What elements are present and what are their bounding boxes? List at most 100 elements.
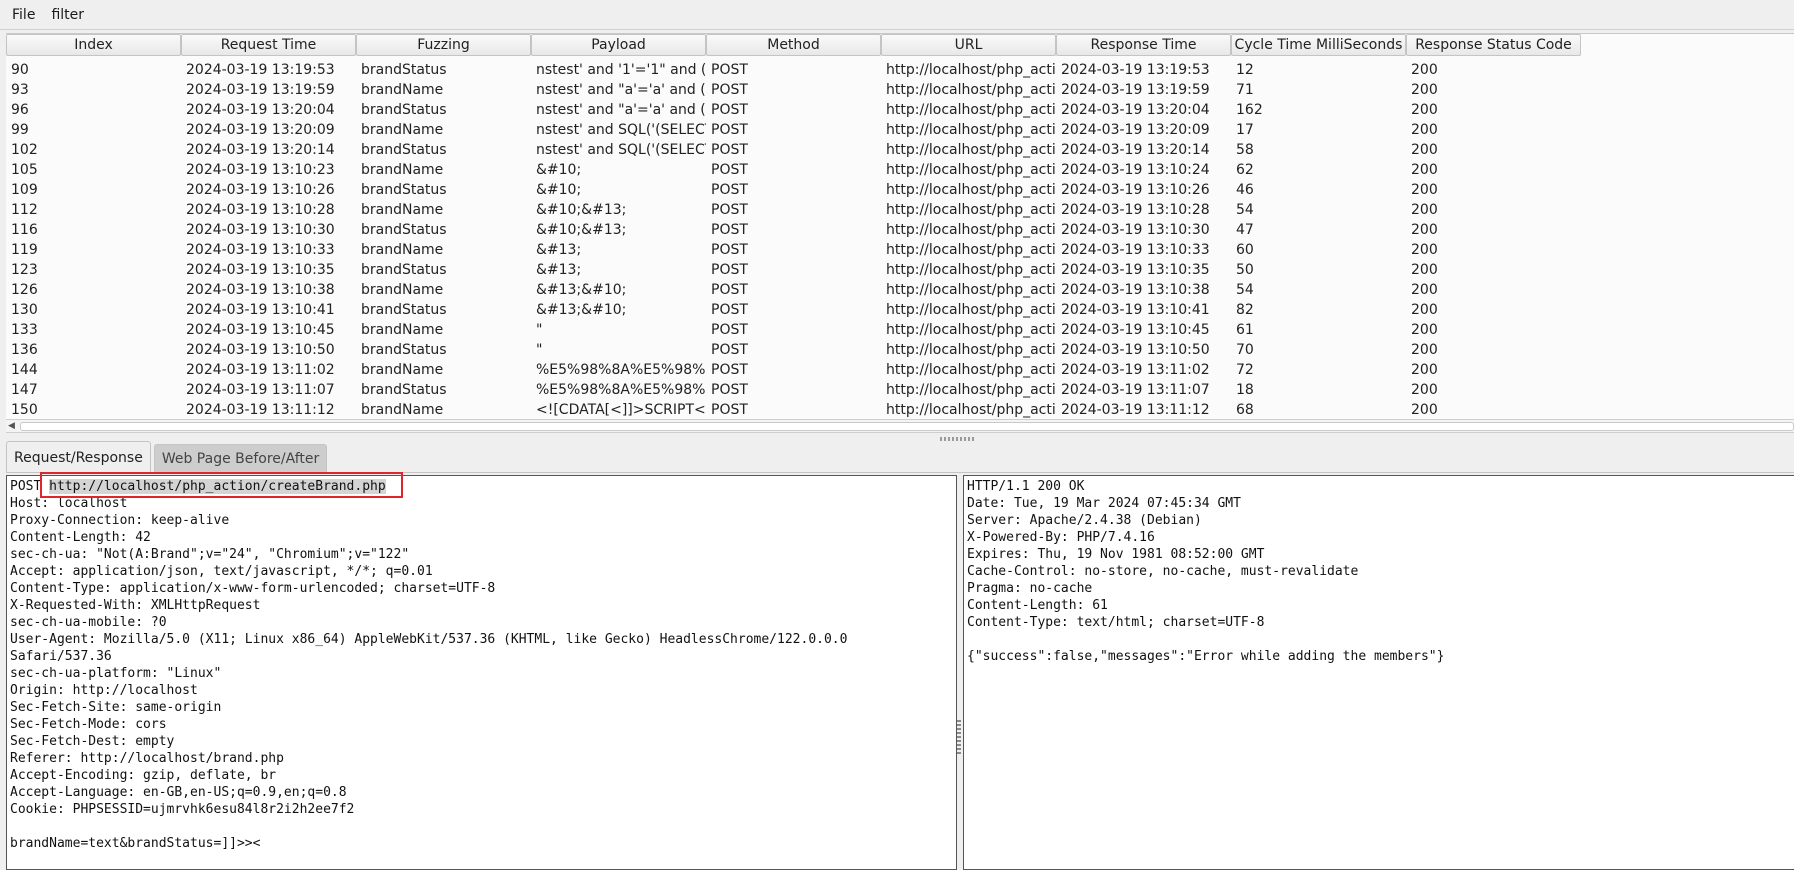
table-cell: brandName: [361, 402, 444, 418]
table-cell: 2024-03-19 13:10:38: [1061, 282, 1210, 298]
response-line: Date: Tue, 19 Mar 2024 07:45:34 GMT: [967, 496, 1241, 511]
table-cell: POST: [711, 302, 748, 318]
table-row[interactable]: 119 2024-03-19 13:10:33 brandName &#13; POST…: [6, 240, 1581, 260]
table-cell: http://localhost/php_action: [886, 182, 1056, 198]
scroll-left-icon[interactable]: ◀: [8, 421, 15, 431]
table-cell: http://localhost/php_action: [886, 202, 1056, 218]
request-line: sec-ch-ua-mobile: ?0: [10, 615, 167, 630]
table-cell: 72: [1236, 362, 1254, 378]
vertical-splitter-handle[interactable]: [957, 720, 961, 756]
table-row[interactable]: 116 2024-03-19 13:10:30 brandStatus &#10;&#…: [6, 220, 1581, 240]
response-line: Expires: Thu, 19 Nov 1981 08:52:00 GMT: [967, 547, 1265, 562]
table-cell: POST: [711, 162, 748, 178]
table-row[interactable]: 126 2024-03-19 13:10:38 brandName &#13;&#10…: [6, 280, 1581, 300]
table-cell: 2024-03-19 13:10:28: [186, 202, 335, 218]
column-header[interactable]: Response Time: [1056, 34, 1231, 56]
table-cell: POST: [711, 402, 748, 418]
table-cell: POST: [711, 62, 748, 78]
tab-request-response[interactable]: Request/Response: [6, 441, 151, 473]
column-header[interactable]: URL: [881, 34, 1056, 56]
horizontal-scrollbar[interactable]: ◀: [6, 419, 1794, 433]
pane-splitter-handle[interactable]: [940, 437, 974, 441]
table-cell: 200: [1411, 302, 1438, 318]
table-row[interactable]: 150 2024-03-19 13:11:12 brandName <![CDATA[…: [6, 400, 1581, 420]
table-cell: brandName: [361, 82, 444, 98]
table-row[interactable]: 102 2024-03-19 13:20:14 brandStatus nstest'…: [6, 140, 1581, 160]
table-cell: 70: [1236, 342, 1254, 358]
table-cell: 2024-03-19 13:19:53: [1061, 62, 1210, 78]
table-cell: 200: [1411, 202, 1438, 218]
table-cell: 2024-03-19 13:20:04: [186, 102, 335, 118]
menu-filter[interactable]: filter: [45, 7, 90, 23]
menu-file[interactable]: File: [6, 7, 41, 23]
column-header[interactable]: Fuzzing: [356, 34, 531, 56]
request-line: X-Requested-With: XMLHttpRequest: [10, 598, 261, 613]
scrollbar-thumb[interactable]: [20, 422, 1794, 431]
table-row[interactable]: 109 2024-03-19 13:10:26 brandStatus &#10; PO…: [6, 180, 1581, 200]
request-line: Sec-Fetch-Dest: empty: [10, 734, 175, 749]
table-cell: brandStatus: [361, 182, 447, 198]
table-row[interactable]: 123 2024-03-19 13:10:35 brandStatus &#13; PO…: [6, 260, 1581, 280]
table-row[interactable]: 147 2024-03-19 13:11:07 brandStatus %E5%98%…: [6, 380, 1581, 400]
request-line: Safari/537.36: [10, 649, 112, 664]
table-cell: 2024-03-19 13:20:04: [1061, 102, 1210, 118]
table-cell: 116: [11, 222, 38, 238]
tab-web-page-before-after[interactable]: Web Page Before/After: [153, 444, 328, 473]
table-cell: http://localhost/php_action: [886, 102, 1056, 118]
table-cell: nstest' and "a'='a' and (selec: [536, 102, 706, 118]
table-cell: 54: [1236, 202, 1254, 218]
column-header[interactable]: Response Status Code: [1406, 34, 1581, 56]
request-line: sec-ch-ua-platform: "Linux": [10, 666, 222, 681]
table-row[interactable]: 136 2024-03-19 13:10:50 brandStatus " POST ht…: [6, 340, 1581, 360]
table-cell: brandStatus: [361, 382, 447, 398]
table-cell: 2024-03-19 13:11:02: [186, 362, 335, 378]
table-cell: http://localhost/php_action: [886, 382, 1056, 398]
table-cell: 126: [11, 282, 38, 298]
table-cell: 2024-03-19 13:10:30: [186, 222, 335, 238]
table-row[interactable]: 93 2024-03-19 13:19:59 brandName nstest' an…: [6, 80, 1581, 100]
table-cell: 2024-03-19 13:20:09: [186, 122, 335, 138]
table-row[interactable]: 112 2024-03-19 13:10:28 brandName &#10;&#13…: [6, 200, 1581, 220]
table-row[interactable]: 105 2024-03-19 13:10:23 brandName &#10; POST…: [6, 160, 1581, 180]
table-cell: 147: [11, 382, 38, 398]
request-pane[interactable]: POST http://localhost/php_action/createB…: [6, 475, 957, 870]
table-row[interactable]: 99 2024-03-19 13:20:09 brandName nstest' an…: [6, 120, 1581, 140]
table-cell: 99: [11, 122, 29, 138]
table-cell: 112: [11, 202, 38, 218]
table-cell: 2024-03-19 13:11:02: [1061, 362, 1210, 378]
table-row[interactable]: 144 2024-03-19 13:11:02 brandName %E5%98%8A…: [6, 360, 1581, 380]
table-cell: 47: [1236, 222, 1254, 238]
table-cell: <![CDATA[<]]>SCRIPT<![CDA: [536, 402, 706, 418]
table-row[interactable]: 130 2024-03-19 13:10:41 brandStatus &#13;&#…: [6, 300, 1581, 320]
table-cell: brandStatus: [361, 302, 447, 318]
response-pane[interactable]: HTTP/1.1 200 OK Date: Tue, 19 Mar 2024 07…: [963, 475, 1794, 870]
column-header[interactable]: Method: [706, 34, 881, 56]
table-cell: 200: [1411, 142, 1438, 158]
table-row[interactable]: 133 2024-03-19 13:10:45 brandName " POST http…: [6, 320, 1581, 340]
table-row[interactable]: 96 2024-03-19 13:20:04 brandStatus nstest' …: [6, 100, 1581, 120]
table-cell: &#13;&#10;: [536, 302, 627, 318]
table-cell: 200: [1411, 402, 1438, 418]
response-line: Content-Type: text/html; charset=UTF-8: [967, 615, 1265, 630]
column-header[interactable]: Request Time: [181, 34, 356, 56]
table-cell: 2024-03-19 13:10:35: [1061, 262, 1210, 278]
table-cell: 2024-03-19 13:10:33: [1061, 242, 1210, 258]
table-cell: POST: [711, 262, 748, 278]
table-cell: http://localhost/php_action: [886, 62, 1056, 78]
table-cell: http://localhost/php_action: [886, 222, 1056, 238]
table-cell: 2024-03-19 13:20:14: [1061, 142, 1210, 158]
table-cell: 2024-03-19 13:10:26: [186, 182, 335, 198]
request-line: [10, 818, 954, 835]
column-header[interactable]: Cycle Time MilliSeconds: [1231, 34, 1406, 56]
results-table: Index Request Time Fuzzing Payload Method URL…: [6, 33, 1794, 420]
table-cell: 2024-03-19 13:10:45: [1061, 322, 1210, 338]
table-cell: 2024-03-19 13:10:28: [1061, 202, 1210, 218]
column-header[interactable]: Payload: [531, 34, 706, 56]
column-header[interactable]: Index: [6, 34, 181, 56]
table-cell: brandStatus: [361, 262, 447, 278]
table-cell: 2024-03-19 13:10:41: [186, 302, 335, 318]
table-cell: 96: [11, 102, 29, 118]
table-cell: 2024-03-19 13:19:59: [186, 82, 335, 98]
table-cell: 109: [11, 182, 38, 198]
table-row[interactable]: 90 2024-03-19 13:19:53 brandStatus nstest' …: [6, 60, 1581, 80]
